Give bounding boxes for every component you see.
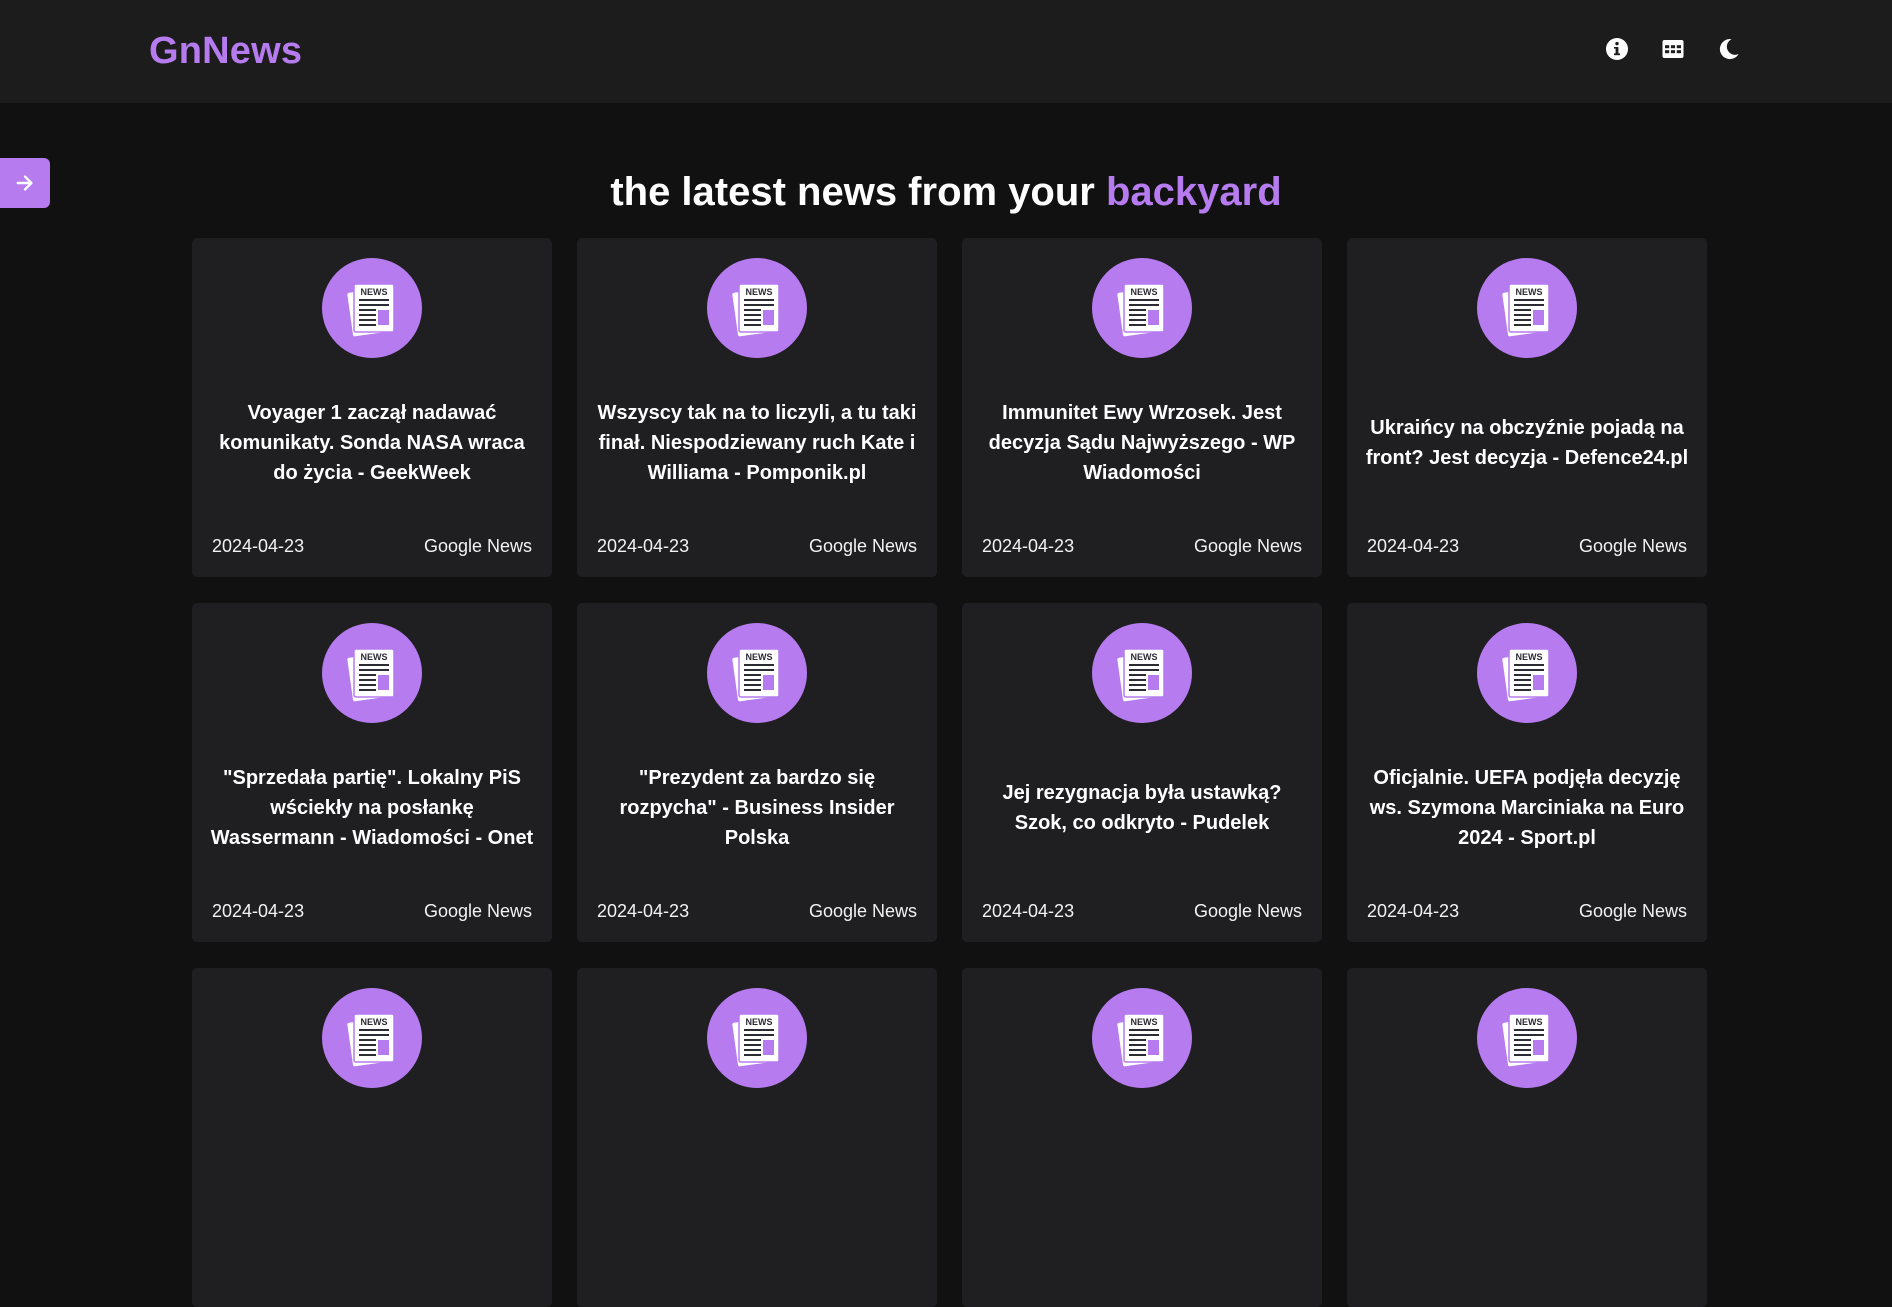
news-title: Jej rezygnacja była ustawką? Szok, co od… bbox=[1002, 782, 1282, 834]
news-title bbox=[980, 1098, 1304, 1248]
grid-icon[interactable] bbox=[1660, 36, 1686, 62]
news-title bbox=[1365, 1098, 1689, 1248]
news-badge: NEWS bbox=[322, 988, 422, 1088]
svg-text:NEWS: NEWS bbox=[1131, 287, 1158, 297]
newspaper-icon: NEWS bbox=[347, 283, 395, 337]
news-date: 2024-04-23 bbox=[597, 536, 690, 556]
news-grid: NEWS Voyager 1 zaczął nadawać komunikaty… bbox=[192, 238, 1707, 1307]
news-card[interactable]: NEWS "Prezydent za bardzo się rozpycha" … bbox=[577, 603, 937, 942]
news-card[interactable]: NEWS Immunitet Ewy Wrzosek. Jest decyzja… bbox=[962, 238, 1322, 577]
svg-text:NEWS: NEWS bbox=[361, 652, 388, 662]
news-title: "Sprzedała partię". Lokalny PiS wściekły… bbox=[210, 767, 534, 849]
news-date: 2024-04-23 bbox=[1367, 901, 1460, 921]
news-card[interactable]: NEWS bbox=[962, 968, 1322, 1307]
news-title: Oficjalnie. UEFA podjęła decyzję ws. Szy… bbox=[1369, 767, 1685, 849]
news-source: Google News bbox=[423, 536, 532, 556]
newspaper-icon: NEWS bbox=[1117, 1013, 1165, 1067]
news-card[interactable]: NEWS bbox=[192, 968, 552, 1307]
news-source: Google News bbox=[808, 536, 917, 556]
newspaper-icon: NEWS bbox=[347, 1013, 395, 1067]
news-title: Ukraińcy na obczyźnie pojadą na front? J… bbox=[1365, 417, 1689, 469]
newspaper-icon: NEWS bbox=[1502, 648, 1550, 702]
svg-text:NEWS: NEWS bbox=[1516, 1017, 1543, 1027]
news-source: Google News bbox=[1193, 901, 1302, 921]
news-source: Google News bbox=[808, 901, 917, 921]
headline-accent: backyard bbox=[1106, 170, 1282, 214]
news-badge: NEWS bbox=[1477, 623, 1577, 723]
news-title: Wszyscy tak na to liczyli, a tu taki fin… bbox=[597, 402, 917, 484]
news-card[interactable]: NEWS Jej rezygnacja była ustawką? Szok, … bbox=[962, 603, 1322, 942]
news-badge: NEWS bbox=[1477, 988, 1577, 1088]
newspaper-icon: NEWS bbox=[1117, 648, 1165, 702]
news-card[interactable]: NEWS Voyager 1 zaczął nadawać komunikaty… bbox=[192, 238, 552, 577]
news-badge: NEWS bbox=[322, 623, 422, 723]
info-icon[interactable] bbox=[1604, 36, 1630, 62]
top-icons bbox=[1604, 36, 1742, 62]
news-title: Voyager 1 zaczął nadawać komunikaty. Son… bbox=[219, 402, 525, 484]
headline-text: the latest news from your bbox=[610, 170, 1095, 214]
svg-text:NEWS: NEWS bbox=[361, 287, 388, 297]
news-card[interactable]: NEWS "Sprzedała partię". Lokalny PiS wśc… bbox=[192, 603, 552, 942]
news-badge: NEWS bbox=[707, 258, 807, 358]
news-title: Immunitet Ewy Wrzosek. Jest decyzja Sądu… bbox=[988, 402, 1296, 484]
news-badge: NEWS bbox=[1092, 258, 1192, 358]
newspaper-icon: NEWS bbox=[732, 1013, 780, 1067]
news-date: 2024-04-23 bbox=[212, 536, 305, 556]
news-card[interactable]: NEWS Oficjalnie. UEFA podjęła decyzję ws… bbox=[1347, 603, 1707, 942]
page-headline: the latest news from your backyard bbox=[0, 170, 1892, 215]
svg-text:NEWS: NEWS bbox=[746, 652, 773, 662]
news-date: 2024-04-23 bbox=[982, 901, 1075, 921]
news-badge: NEWS bbox=[707, 623, 807, 723]
news-title bbox=[595, 1098, 919, 1248]
newspaper-icon: NEWS bbox=[732, 648, 780, 702]
logo[interactable]: GnNews bbox=[149, 30, 302, 73]
news-title bbox=[210, 1098, 534, 1248]
newspaper-icon: NEWS bbox=[1502, 1013, 1550, 1067]
news-card[interactable]: NEWS Wszyscy tak na to liczyli, a tu tak… bbox=[577, 238, 937, 577]
news-badge: NEWS bbox=[1477, 258, 1577, 358]
moon-icon[interactable] bbox=[1716, 36, 1742, 62]
news-badge: NEWS bbox=[1092, 623, 1192, 723]
newspaper-icon: NEWS bbox=[1502, 283, 1550, 337]
news-source: Google News bbox=[1578, 536, 1687, 556]
newspaper-icon: NEWS bbox=[347, 648, 395, 702]
news-date: 2024-04-23 bbox=[982, 536, 1075, 556]
news-source: Google News bbox=[1578, 901, 1687, 921]
news-date: 2024-04-23 bbox=[212, 901, 305, 921]
news-badge: NEWS bbox=[707, 988, 807, 1088]
svg-text:NEWS: NEWS bbox=[361, 1017, 388, 1027]
svg-text:NEWS: NEWS bbox=[1516, 652, 1543, 662]
svg-text:NEWS: NEWS bbox=[1131, 652, 1158, 662]
news-title: "Prezydent za bardzo się rozpycha" - Bus… bbox=[619, 767, 895, 849]
news-date: 2024-04-23 bbox=[1367, 536, 1460, 556]
news-source: Google News bbox=[423, 901, 532, 921]
news-badge: NEWS bbox=[1092, 988, 1192, 1088]
newspaper-icon: NEWS bbox=[732, 283, 780, 337]
news-source: Google News bbox=[1193, 536, 1302, 556]
svg-text:NEWS: NEWS bbox=[746, 287, 773, 297]
news-date: 2024-04-23 bbox=[597, 901, 690, 921]
svg-text:NEWS: NEWS bbox=[1131, 1017, 1158, 1027]
news-badge: NEWS bbox=[322, 258, 422, 358]
top-bar: GnNews bbox=[0, 0, 1892, 103]
news-card[interactable]: NEWS bbox=[1347, 968, 1707, 1307]
svg-text:NEWS: NEWS bbox=[746, 1017, 773, 1027]
svg-text:NEWS: NEWS bbox=[1516, 287, 1543, 297]
newspaper-icon: NEWS bbox=[1117, 283, 1165, 337]
news-card[interactable]: NEWS bbox=[577, 968, 937, 1307]
news-card[interactable]: NEWS Ukraińcy na obczyźnie pojadą na fro… bbox=[1347, 238, 1707, 577]
